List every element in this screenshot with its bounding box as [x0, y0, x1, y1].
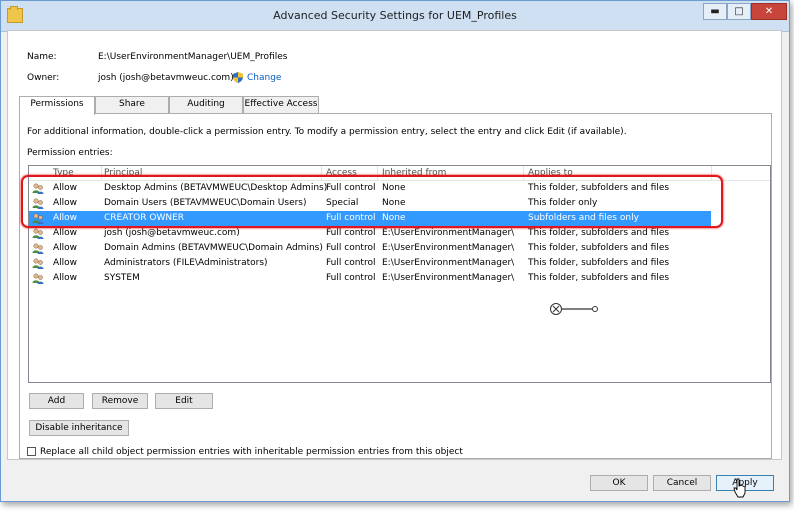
- cell-principal: SYSTEM: [104, 273, 140, 283]
- user-group-icon: [32, 243, 44, 254]
- cell-type: Allow: [53, 243, 78, 253]
- close-button[interactable]: ✕: [751, 3, 787, 20]
- replace-child-entries-label[interactable]: Replace all child object permission entr…: [40, 447, 463, 457]
- cell-access: Full control: [326, 243, 376, 253]
- change-owner-link[interactable]: Change: [247, 73, 281, 83]
- permission-entry-row[interactable]: Allow josh (josh@betavmweuc.com) Full cont…: [29, 226, 711, 241]
- cell-type: Allow: [53, 228, 78, 238]
- connector-annotation-icon: [550, 303, 598, 315]
- tab-share[interactable]: Share: [95, 96, 169, 113]
- cell-access: Full control: [326, 258, 376, 268]
- permission-entry-row[interactable]: Allow Administrators (FILE\Administrators…: [29, 256, 711, 271]
- disable-inheritance-button[interactable]: Disable inheritance: [29, 420, 129, 436]
- cell-inherited-from: E:\UserEnvironmentManager\: [382, 243, 515, 253]
- name-label: Name:: [27, 52, 57, 62]
- user-group-icon: [32, 273, 44, 284]
- user-group-icon: [32, 228, 44, 239]
- cell-applies-to: This folder, subfolders and files: [528, 243, 670, 253]
- cell-inherited-from: E:\UserEnvironmentManager\: [382, 273, 515, 283]
- title-bar[interactable]: Advanced Security Settings for UEM_Profi…: [1, 1, 789, 32]
- permission-entry-row[interactable]: Allow Domain Admins (BETAVMWEUC\Domain Ad…: [29, 241, 711, 256]
- cell-access: Full control: [326, 273, 376, 283]
- permission-entry-row[interactable]: Allow SYSTEM Full control E:\UserEnvironmen…: [29, 271, 711, 286]
- cell-type: Allow: [53, 258, 78, 268]
- owner-value: josh (josh@betavmweuc.com): [98, 73, 234, 83]
- maximize-button[interactable]: □: [727, 3, 751, 20]
- tab-auditing[interactable]: Auditing: [169, 96, 243, 113]
- annotation-highlight-box: [21, 175, 723, 228]
- tab-effective-access[interactable]: Effective Access: [243, 96, 319, 113]
- cell-principal: Domain Admins (BETAVMWEUC\Domain Admins): [104, 243, 323, 253]
- minimize-button[interactable]: ▬: [703, 3, 727, 20]
- cell-inherited-from: E:\UserEnvironmentManager\: [382, 258, 515, 268]
- cell-principal: josh (josh@betavmweuc.com): [104, 228, 240, 238]
- name-value: E:\UserEnvironmentManager\UEM_Profiles: [98, 52, 288, 62]
- cell-type: Allow: [53, 273, 78, 283]
- cell-applies-to: This folder, subfolders and files: [528, 228, 670, 238]
- edit-button[interactable]: Edit: [155, 393, 213, 409]
- ok-button[interactable]: OK: [590, 475, 648, 491]
- cell-inherited-from: E:\UserEnvironmentManager\: [382, 228, 515, 238]
- cell-principal: Administrators (FILE\Administrators): [104, 258, 268, 268]
- mouse-cursor-icon: [733, 478, 746, 498]
- cancel-button[interactable]: Cancel: [653, 475, 711, 491]
- cell-access: Full control: [326, 228, 376, 238]
- permissions-description: For additional information, double-click…: [27, 127, 627, 137]
- uac-shield-icon: [233, 72, 243, 83]
- tab-permissions[interactable]: Permissions: [19, 96, 95, 115]
- window-title: Advanced Security Settings for UEM_Profi…: [273, 9, 517, 22]
- cell-applies-to: This folder, subfolders and files: [528, 273, 670, 283]
- owner-label: Owner:: [27, 73, 60, 83]
- cell-applies-to: This folder, subfolders and files: [528, 258, 670, 268]
- remove-button[interactable]: Remove: [92, 393, 148, 409]
- replace-child-entries-checkbox[interactable]: [27, 447, 36, 456]
- user-group-icon: [32, 258, 44, 269]
- permission-entries-label: Permission entries:: [27, 148, 113, 158]
- add-button[interactable]: Add: [29, 393, 84, 409]
